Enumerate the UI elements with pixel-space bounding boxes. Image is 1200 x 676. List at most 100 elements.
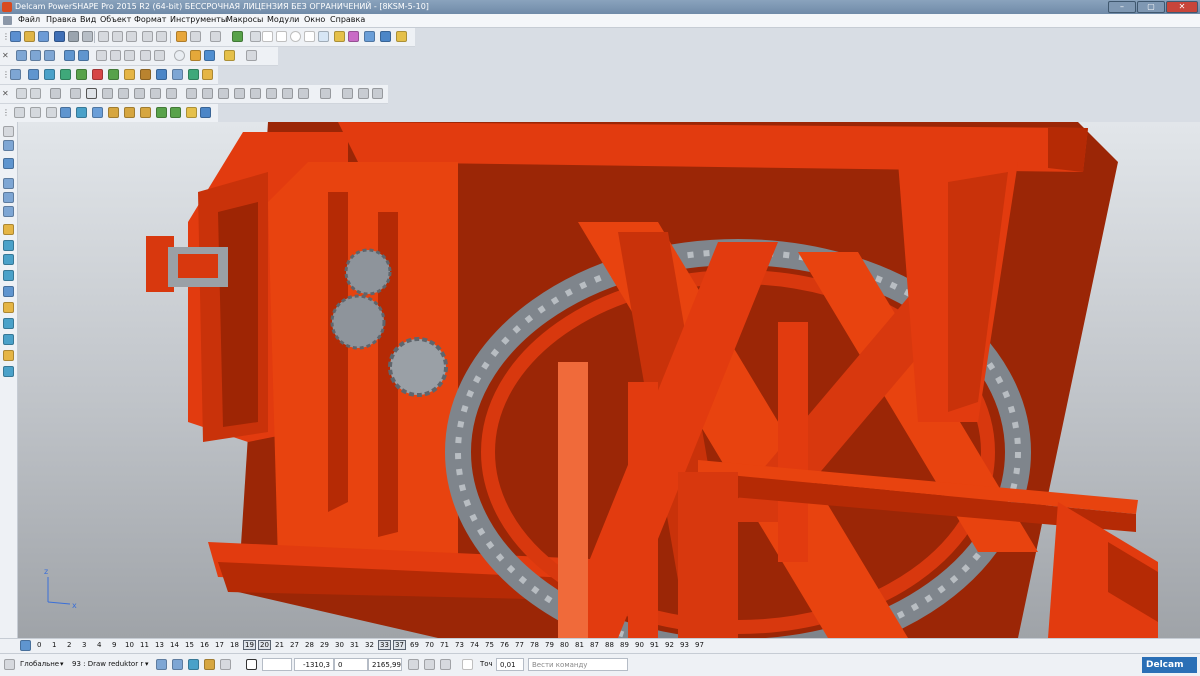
open-icon[interactable] (24, 31, 35, 42)
feature-icon[interactable] (380, 31, 391, 42)
layer-14[interactable]: 14 (170, 641, 179, 649)
print-preview-icon[interactable] (82, 31, 93, 42)
layer-28[interactable]: 28 (305, 641, 314, 649)
snap-intersection-icon[interactable] (204, 659, 215, 670)
view-back-icon[interactable] (30, 50, 41, 61)
repeat-icon[interactable] (210, 31, 221, 42)
layer-80[interactable]: 80 (560, 641, 569, 649)
wireframe-icon[interactable] (204, 50, 215, 61)
layer-37[interactable]: 37 (393, 640, 406, 650)
electrode-tool-icon[interactable] (3, 302, 14, 313)
delete-icon[interactable] (142, 31, 153, 42)
layer-32[interactable]: 32 (365, 641, 374, 649)
analysis-tool-icon[interactable] (3, 350, 14, 361)
layer-70[interactable]: 70 (425, 641, 434, 649)
select-icon[interactable] (232, 31, 243, 42)
layer-13[interactable]: 13 (155, 641, 164, 649)
play-icon[interactable] (108, 69, 119, 80)
layer-92[interactable]: 92 (665, 641, 674, 649)
layer-3[interactable]: 3 (82, 641, 86, 649)
close-button[interactable]: ✕ (1166, 1, 1198, 13)
print-icon[interactable] (68, 31, 79, 42)
assembly-icon[interactable] (60, 69, 71, 80)
layer-90[interactable]: 90 (635, 641, 644, 649)
save-icon[interactable] (54, 31, 65, 42)
measure-icon[interactable] (172, 69, 183, 80)
pan-icon[interactable] (96, 50, 107, 61)
grid-icon[interactable] (246, 659, 257, 670)
menu-file[interactable]: Файл (18, 15, 40, 24)
dimension-tool-icon[interactable] (3, 270, 14, 281)
layer-20[interactable]: 20 (258, 640, 271, 650)
surface-blend-icon[interactable] (60, 107, 71, 118)
layer-89[interactable]: 89 (620, 641, 629, 649)
tolerance-icon[interactable] (462, 659, 473, 670)
solid-pattern-icon[interactable] (320, 88, 331, 99)
solid-fillet-icon[interactable] (150, 88, 161, 99)
arc-tool-icon[interactable] (3, 192, 14, 203)
layer-91[interactable]: 91 (650, 641, 659, 649)
menu-tools[interactable]: Инструменты (170, 15, 227, 24)
surface-convert-icon[interactable] (186, 107, 197, 118)
calculator-icon[interactable] (408, 659, 419, 670)
solid-intersect-icon[interactable] (266, 88, 277, 99)
circle-icon[interactable] (290, 31, 301, 42)
solid-active-icon[interactable] (86, 88, 97, 99)
layer-10[interactable]: 10 (125, 641, 134, 649)
layer-76[interactable]: 76 (500, 641, 509, 649)
solid-cut-icon[interactable] (218, 88, 229, 99)
layer-9[interactable]: 9 (112, 641, 116, 649)
toolbar-grip[interactable]: ⋮ (2, 31, 10, 43)
solid-subtract-icon[interactable] (250, 88, 261, 99)
tolerance-field[interactable]: 0,01 (496, 658, 524, 671)
layer-78[interactable]: 78 (530, 641, 539, 649)
material-icon[interactable] (124, 69, 135, 80)
level-dropdown-icon[interactable]: ▾ (145, 658, 149, 671)
menu-modules[interactable]: Модули (267, 15, 299, 24)
library-icon[interactable] (188, 69, 199, 80)
view-left-icon[interactable] (44, 50, 55, 61)
layer-33[interactable]: 33 (378, 640, 391, 650)
solid-sphere-icon[interactable] (118, 88, 129, 99)
layer-30[interactable]: 30 (335, 641, 344, 649)
toolbar-grip[interactable]: ✕ (2, 88, 9, 100)
shaded-icon[interactable] (190, 50, 201, 61)
solid-cone-icon[interactable] (102, 88, 113, 99)
layer-31[interactable]: 31 (350, 641, 359, 649)
color-green-icon[interactable] (76, 69, 87, 80)
paste-icon[interactable] (126, 31, 137, 42)
layer-21[interactable]: 21 (275, 641, 284, 649)
draft-icon[interactable] (246, 50, 257, 61)
zoom-fit-icon[interactable] (154, 50, 165, 61)
view-iso2-icon[interactable] (78, 50, 89, 61)
curve-tool-icon[interactable] (3, 206, 14, 217)
zoom-out-icon[interactable] (140, 50, 151, 61)
surface-extend-icon[interactable] (92, 107, 103, 118)
layer-97[interactable]: 97 (695, 641, 704, 649)
layer-29[interactable]: 29 (320, 641, 329, 649)
relative-icon[interactable] (424, 659, 435, 670)
toolbar-grip[interactable]: ⋮ (2, 69, 10, 81)
curve-icon[interactable] (304, 31, 315, 42)
coordinate-mode[interactable] (262, 658, 292, 671)
document-icon[interactable] (3, 16, 12, 25)
layer-93[interactable]: 93 (680, 641, 689, 649)
surface-reverse-icon[interactable] (200, 107, 211, 118)
layer-88[interactable]: 88 (605, 641, 614, 649)
solid-mirror-icon[interactable] (298, 88, 309, 99)
light-icon[interactable] (224, 50, 235, 61)
toolbar-grip[interactable]: ⋮ (2, 107, 10, 119)
layer-19[interactable]: 19 (243, 640, 256, 650)
new-icon[interactable] (10, 31, 21, 42)
snap-icon[interactable] (156, 659, 167, 670)
workplane-tool-icon[interactable] (3, 140, 14, 151)
solid-hole-icon[interactable] (202, 88, 213, 99)
surface-join-icon[interactable] (140, 107, 151, 118)
surface-fill-icon[interactable] (76, 107, 87, 118)
layer-2[interactable]: 2 (67, 641, 71, 649)
solid-box-icon[interactable] (50, 88, 61, 99)
layer-75[interactable]: 75 (485, 641, 494, 649)
solid-icon[interactable] (348, 31, 359, 42)
solid-chamfer-icon[interactable] (166, 88, 177, 99)
solid-properties-icon[interactable] (372, 88, 383, 99)
